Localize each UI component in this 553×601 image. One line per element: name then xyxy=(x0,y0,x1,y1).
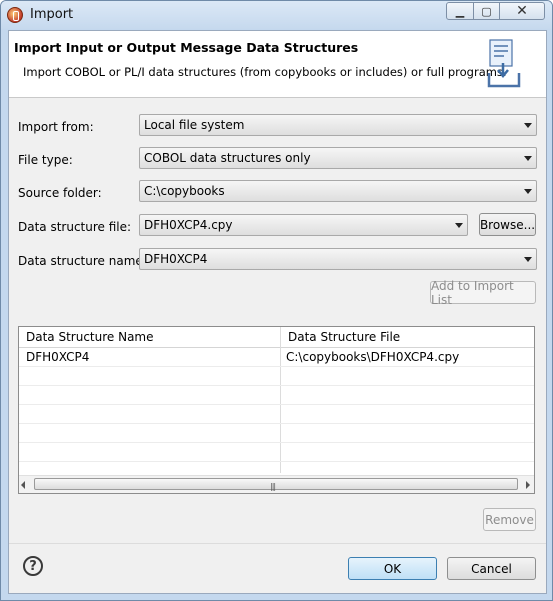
wizard-header: Import Input or Output Message Data Stru… xyxy=(9,31,546,98)
import-dialog: Import ▁ ▢ ✕ Import Input or Output Mess… xyxy=(0,0,553,601)
chevron-down-icon xyxy=(524,189,532,194)
data-structure-name-value: DFH0XCP4 xyxy=(144,252,208,266)
data-structure-name-label: Data structure name: xyxy=(18,254,147,268)
table-row-empty xyxy=(19,424,534,443)
table-row[interactable]: DFH0XCP4 C:\copybooks\DFH0XCP4.cpy xyxy=(19,348,534,367)
scroll-right-icon[interactable] xyxy=(526,481,530,489)
cancel-button[interactable]: Cancel xyxy=(447,557,536,580)
footer-divider xyxy=(9,543,546,544)
import-from-value: Local file system xyxy=(144,118,245,132)
data-structure-file-label: Data structure file: xyxy=(18,220,132,234)
horizontal-scrollbar[interactable]: ||| xyxy=(19,475,534,493)
maximize-icon: ▢ xyxy=(481,4,492,18)
help-icon[interactable]: ? xyxy=(23,556,43,576)
import-from-select[interactable]: Local file system xyxy=(139,114,537,136)
ok-button[interactable]: OK xyxy=(348,557,437,580)
column-header-name[interactable]: Data Structure Name xyxy=(19,327,281,348)
import-wizard-icon xyxy=(487,39,521,88)
source-folder-value: C:\copybooks xyxy=(144,184,225,198)
close-button[interactable]: ✕ xyxy=(499,2,545,20)
table-row-empty xyxy=(19,405,534,424)
window-title: Import xyxy=(30,7,74,22)
add-to-import-list-button[interactable]: Add to Import List xyxy=(430,279,536,307)
data-structure-file-value: DFH0XCP4.cpy xyxy=(144,218,233,232)
minimize-button[interactable]: ▁ xyxy=(446,2,474,20)
row-file-cell: C:\copybooks\DFH0XCP4.cpy xyxy=(286,350,460,364)
file-type-select[interactable]: COBOL data structures only xyxy=(139,147,537,169)
data-structures-table[interactable]: Data Structure Name Data Structure File … xyxy=(18,326,535,494)
data-structure-file-select[interactable]: DFH0XCP4.cpy xyxy=(139,214,468,236)
source-folder-select[interactable]: C:\copybooks xyxy=(139,180,537,202)
file-type-label: File type: xyxy=(18,153,73,167)
scroll-left-icon[interactable] xyxy=(21,481,25,489)
table-row-empty xyxy=(19,443,534,462)
remove-button[interactable]: Remove xyxy=(483,508,536,531)
table-row-empty xyxy=(19,367,534,386)
page-description: Import COBOL or PL/I data structures (fr… xyxy=(23,65,507,79)
import-from-label: Import from: xyxy=(18,120,94,134)
file-type-value: COBOL data structures only xyxy=(144,151,311,165)
maximize-button[interactable]: ▢ xyxy=(473,2,500,20)
dialog-body: Import Input or Output Message Data Stru… xyxy=(8,30,547,594)
minimize-icon: ▁ xyxy=(455,4,465,18)
row-name-cell: DFH0XCP4 xyxy=(26,350,90,364)
table-row-empty xyxy=(19,386,534,405)
chevron-down-icon xyxy=(455,223,463,228)
grip-icon: ||| xyxy=(270,482,276,491)
chevron-down-icon xyxy=(524,257,532,262)
browse-button[interactable]: Browse... xyxy=(479,213,536,236)
app-icon xyxy=(7,7,23,23)
data-structure-name-select[interactable]: DFH0XCP4 xyxy=(139,248,537,270)
scrollbar-thumb[interactable]: ||| xyxy=(34,478,518,491)
chevron-down-icon xyxy=(524,123,532,128)
chevron-down-icon xyxy=(524,156,532,161)
close-icon: ✕ xyxy=(516,3,528,19)
page-title: Import Input or Output Message Data Stru… xyxy=(14,40,359,55)
title-bar: Import ▁ ▢ ✕ xyxy=(1,1,552,29)
source-folder-label: Source folder: xyxy=(18,186,102,200)
column-header-file[interactable]: Data Structure File xyxy=(281,327,534,348)
